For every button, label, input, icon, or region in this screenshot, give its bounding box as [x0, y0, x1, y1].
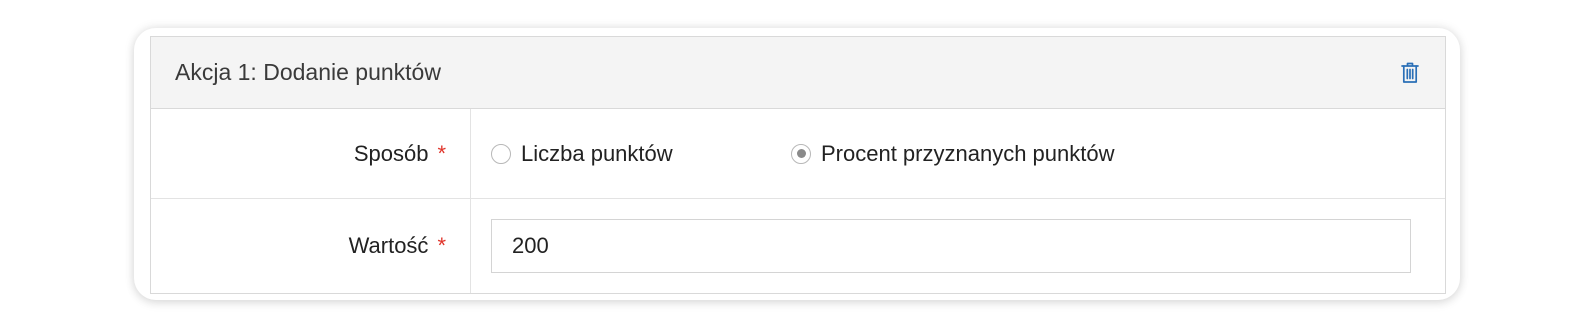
- value-row: Wartość *: [151, 199, 1445, 293]
- method-label-cell: Sposób *: [151, 109, 471, 198]
- radio-label-percent-points: Procent przyznanych punktów: [821, 140, 1115, 166]
- required-marker: *: [437, 233, 446, 258]
- radio-button-checked[interactable]: [791, 143, 811, 164]
- radio-option-percent-points[interactable]: Procent przyznanych punktów: [791, 141, 1115, 167]
- value-input[interactable]: [491, 219, 1411, 273]
- method-field: Liczba punktów Procent przyznanych punkt…: [471, 109, 1445, 198]
- action-title: Akcja 1: Dodanie punktów: [175, 59, 441, 85]
- required-marker: *: [437, 140, 446, 166]
- radio-option-points-count[interactable]: Liczba punktów: [491, 141, 791, 167]
- radio-button-unchecked[interactable]: [491, 143, 511, 164]
- trash-icon: [1401, 62, 1419, 83]
- method-row: Sposób * Liczba punktów Procent przyznan…: [151, 109, 1445, 199]
- value-label-cell: Wartość *: [151, 199, 471, 293]
- value-field: [471, 199, 1445, 293]
- delete-action-button[interactable]: [1397, 60, 1423, 86]
- method-label: Sposób: [353, 140, 429, 166]
- action-panel-header: Akcja 1: Dodanie punktów: [151, 37, 1445, 109]
- action-panel: Akcja 1: Dodanie punktów Sposób * Liczba…: [150, 36, 1446, 294]
- radio-label-points-count: Liczba punktów: [521, 140, 673, 166]
- value-label: Wartość: [348, 233, 429, 258]
